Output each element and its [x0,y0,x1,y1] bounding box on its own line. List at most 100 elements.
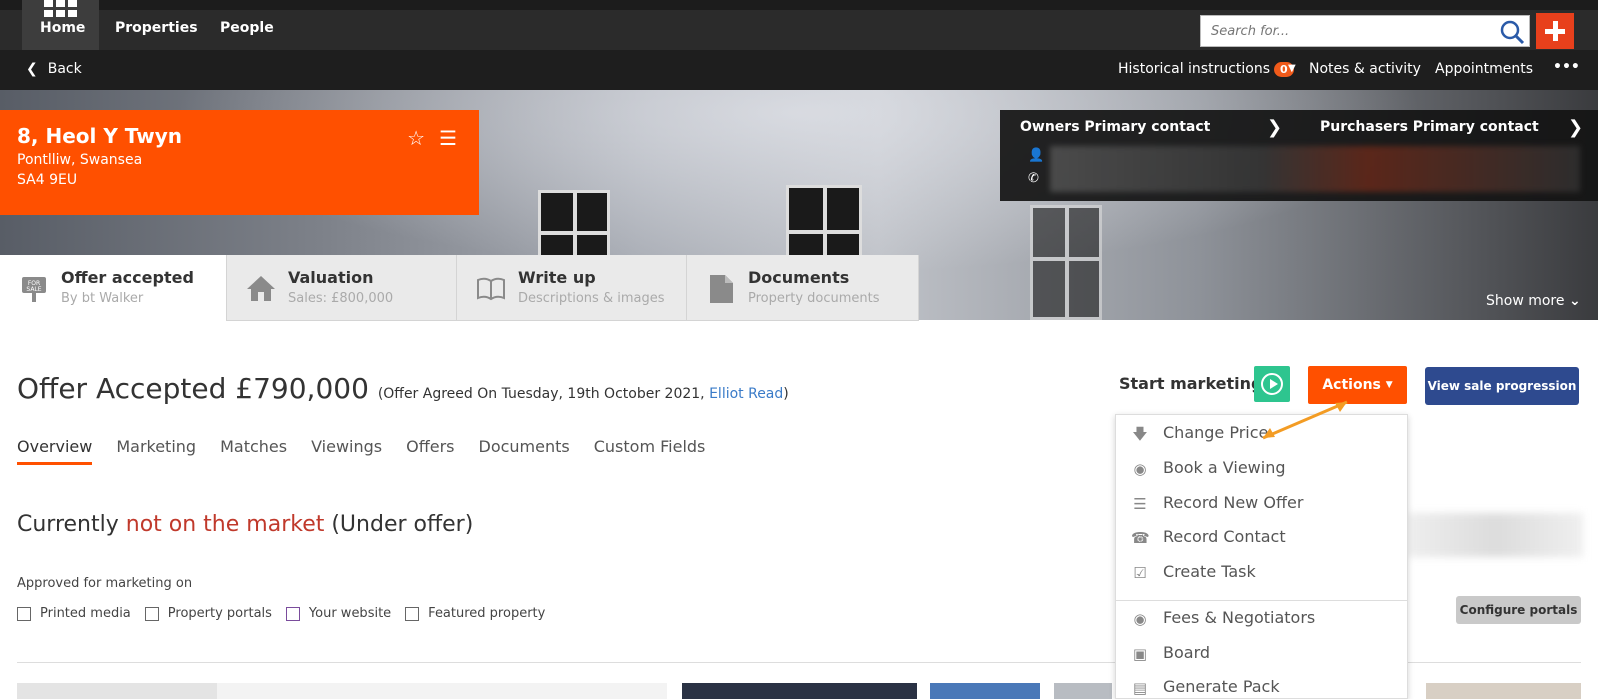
checkbox-box [17,606,31,621]
nav-people[interactable]: People [220,20,274,36]
thumbnail-image[interactable] [1426,683,1581,699]
subnav-custom-fields[interactable]: Custom Fields [594,437,706,465]
start-marketing-play-button[interactable] [1254,366,1290,402]
printed-media-checkbox[interactable]: Printed media [17,606,131,621]
menu-item-label: Create Task [1163,562,1256,581]
actions-label: Actions [1322,377,1381,393]
redacted-contact-details [1050,146,1580,192]
apps-grid-icon [44,0,78,18]
annotation-arrow [1262,400,1348,440]
offer-status-detail-suffix: ) [783,386,789,402]
star-icon[interactable]: ☆ [407,126,425,150]
owners-primary-contact-label: Owners Primary contact [1020,119,1211,135]
market-status-prefix: Currently [17,512,126,537]
menu-item-fees-negotiators[interactable]: ◉ Fees & Negotiators [1116,602,1407,636]
back-button[interactable]: ❮ Back [26,61,82,77]
marketing-channels: Printed media Property portals Your webs… [17,606,545,621]
tab-valuation-title: Valuation [288,268,374,287]
menu-item-label: Board [1163,643,1211,662]
chevron-left-icon: ❮ [26,61,38,77]
historical-label: Historical instructions [1118,61,1271,77]
sub-navigation-bar: ❮ Back Historical instructions 0 ▼ Notes &… [0,50,1598,90]
thumbnail-image[interactable] [682,683,917,699]
document-icon [705,273,737,303]
redacted-panel [1408,513,1583,557]
configure-portals-button[interactable]: Configure portals [1456,596,1581,624]
checkbox-label: Featured property [428,606,546,621]
show-more-toggle[interactable]: Show more ⌄ [1486,293,1581,309]
offer-status-detail-prefix: (Offer Agreed On Tuesday, 19th October 2… [377,386,710,402]
tab-documents[interactable]: Documents Property documents [687,255,919,321]
subnav-matches[interactable]: Matches [220,437,287,465]
historical-instructions-link[interactable]: Historical instructions 0 [1118,61,1294,77]
checkbox-label: Property portals [167,606,272,621]
checkbox-label: Your website [308,606,392,621]
tab-write-up-sub: Descriptions & images [518,291,665,306]
your-website-checkbox[interactable]: Your website [285,606,392,621]
play-icon [1261,373,1283,395]
tab-valuation[interactable]: Valuation Sales: £800,000 [227,255,457,321]
market-status-highlight: not on the market [125,512,325,537]
menu-separator [1116,600,1407,601]
property-address-town: Pontlliw, Swansea [17,152,143,168]
show-more-label: Show more [1486,293,1565,309]
menu-item-create-task[interactable]: ☑ Create Task [1116,556,1407,590]
menu-item-record-new-offer[interactable]: ☰ Record New Offer [1116,487,1407,521]
more-options-icon[interactable]: ••• [1553,59,1580,75]
subnav-documents[interactable]: Documents [479,437,570,465]
subnav-viewings[interactable]: Viewings [311,437,382,465]
appointments-link[interactable]: Appointments [1435,61,1533,77]
owners-chevron-right-icon[interactable]: ❯ [1267,117,1282,138]
caret-down-icon: ▼ [1385,380,1393,390]
notes-activity-link[interactable]: Notes & activity [1309,61,1421,77]
market-status-heading: Currently not on the market (Under offer… [17,512,473,537]
subnav-overview[interactable]: Overview [17,437,93,465]
view-sale-progression-button[interactable]: View sale progression [1425,367,1579,405]
book-icon [475,273,507,303]
bottom-panel [217,683,667,699]
thumbnail-image[interactable] [930,683,1040,699]
property-portals-checkbox[interactable]: Property portals [144,606,272,621]
menu-item-board[interactable]: ▣ Board [1116,637,1407,671]
property-address-title: 8, Heol Y Twyn [17,124,182,148]
market-status-suffix: (Under offer) [324,512,474,537]
thumbnail-image[interactable] [1054,683,1112,699]
back-label: Back [47,61,82,77]
add-new-button[interactable] [1536,13,1574,49]
menu-item-book-viewing[interactable]: ◉ Book a Viewing [1116,452,1407,486]
start-marketing-label: Start marketing [1119,374,1263,393]
phone-icon: ✆ [1028,171,1039,186]
bottom-panel-tab [17,683,217,699]
search-input[interactable] [1201,16,1486,46]
checkbox-box [144,606,159,621]
property-postcode: SA4 9EU [17,172,78,188]
offer-status-title: Offer Accepted £790,000 [17,372,369,405]
search-icon[interactable] [1499,19,1525,45]
menu-icon[interactable]: ☰ [439,126,457,150]
offer-icon: ☰ [1133,495,1147,513]
purchasers-chevron-right-icon[interactable]: ❯ [1568,117,1583,138]
subnav-marketing[interactable]: Marketing [116,437,196,465]
agent-link[interactable]: Elliot Read [709,386,783,402]
offer-status-heading: Offer Accepted £790,000 (Offer Agreed On… [17,372,789,405]
menu-item-record-contact[interactable]: ☎ Record Contact [1116,521,1407,555]
piggy-bank-icon: ◉ [1133,610,1147,628]
nav-home-label[interactable]: Home [40,20,85,36]
menu-item-label: Book a Viewing [1163,458,1286,477]
tab-write-up[interactable]: Write up Descriptions & images [457,255,687,321]
phone-icon: ☎ [1131,529,1150,547]
approved-for-marketing-label: Approved for marketing on [17,576,193,591]
doc-icon: ▤ [1132,679,1148,697]
menu-item-generate-pack[interactable]: ▤ Generate Pack [1116,671,1407,698]
caret-down-icon[interactable]: ▼ [1288,63,1296,74]
featured-property-checkbox[interactable]: Featured property [405,606,545,621]
menu-item-label: Change Price [1163,423,1269,442]
nav-properties[interactable]: Properties [115,20,198,36]
tab-valuation-sub: Sales: £800,000 [288,291,394,306]
property-address-card: 8, Heol Y Twyn Pontlliw, Swansea SA4 9EU… [0,110,479,215]
tab-write-up-title: Write up [518,268,596,287]
top-navigation-bar: Home Properties People [0,0,1598,60]
subnav-offers[interactable]: Offers [406,437,454,465]
tab-offer-accepted[interactable]: FOR SALE Offer accepted By bt Walker [0,255,227,321]
svg-text:SALE: SALE [26,286,41,293]
